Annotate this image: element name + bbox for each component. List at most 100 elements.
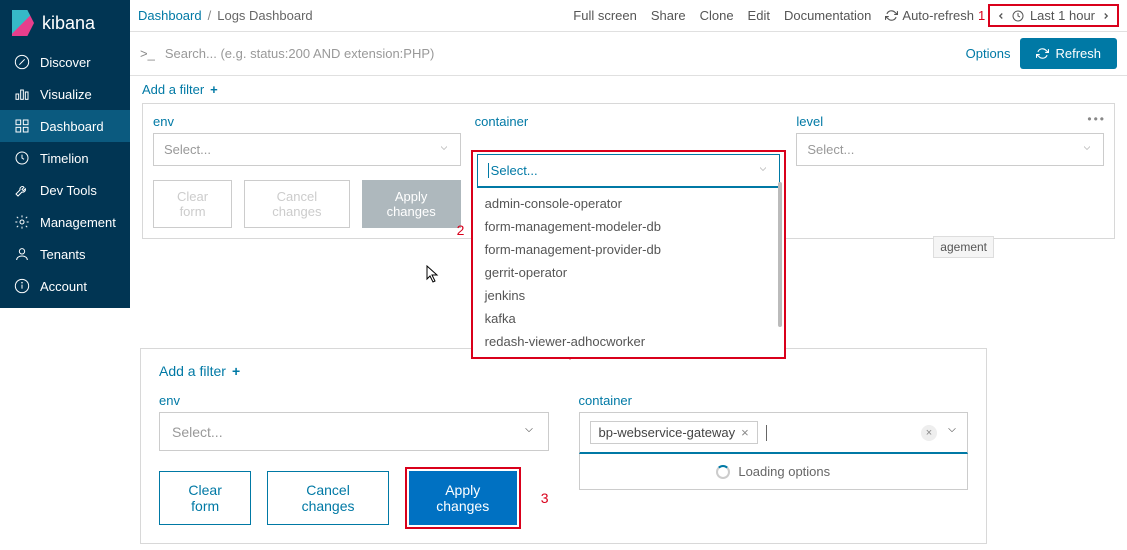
bar-chart-icon (14, 86, 30, 102)
refresh-icon (885, 9, 898, 22)
dropdown-item[interactable]: admin-console-operator (473, 192, 785, 215)
nav-label: Dev Tools (40, 183, 97, 198)
logo-text: kibana (42, 13, 95, 34)
container-select[interactable]: Select... (477, 154, 781, 188)
clear-form-button[interactable]: Clear form (153, 180, 232, 228)
env-control: env Select... Clear form Cancel changes … (153, 114, 461, 228)
clock-icon (1012, 10, 1024, 22)
env-control-2: env Select... Clear form Cancel changes … (159, 393, 549, 529)
annotation-2: 2 (457, 222, 465, 238)
nav-label: Tenants (40, 247, 86, 262)
logo[interactable]: kibana (0, 0, 130, 46)
clear-form-button-2[interactable]: Clear form (159, 471, 251, 525)
chevron-left-icon[interactable] (996, 11, 1006, 21)
selected-chip: bp-webservice-gateway × (590, 421, 758, 444)
container-label-2: container (579, 393, 969, 408)
env-select[interactable]: Select... (153, 133, 461, 166)
cancel-changes-button[interactable]: Cancel changes (244, 180, 349, 228)
time-label: Last 1 hour (1030, 8, 1095, 23)
dropdown-item[interactable]: form-management-modeler-db (473, 215, 785, 238)
loading-options: Loading options (579, 454, 969, 490)
container-control: container 2 Select... admin-console-oper… (475, 114, 783, 133)
plus-icon: + (232, 363, 240, 379)
breadcrumb: Dashboard / Logs Dashboard (138, 8, 569, 23)
dropdown-item[interactable]: kafka (473, 307, 785, 330)
cursor-icon (426, 265, 440, 288)
user-icon (14, 246, 30, 262)
nav-discover[interactable]: Discover (0, 46, 130, 78)
time-picker[interactable]: 1 Last 1 hour (988, 4, 1119, 27)
chevron-down-icon (757, 163, 769, 178)
chevron-down-icon (1081, 142, 1093, 157)
apply-changes-button-2[interactable]: Apply changes (409, 471, 517, 525)
fullscreen-link[interactable]: Full screen (573, 8, 637, 23)
clear-icon[interactable]: × (921, 425, 937, 441)
search-input[interactable]: Search... (e.g. status:200 AND extension… (165, 46, 956, 61)
nav-visualize[interactable]: Visualize (0, 78, 130, 110)
scrollbar[interactable] (778, 182, 782, 327)
nav-management[interactable]: Management (0, 206, 130, 238)
timelion-icon (14, 150, 30, 166)
edit-link[interactable]: Edit (748, 8, 770, 23)
nav-label: Management (40, 215, 116, 230)
container-dropdown: 2 Select... admin-console-operator form-… (471, 150, 787, 359)
dropdown-item[interactable]: form-management-provider-db (473, 238, 785, 261)
dropdown-list: admin-console-operator form-management-m… (473, 188, 785, 357)
level-label: level (796, 114, 1104, 129)
nav-timelion[interactable]: Timelion (0, 142, 130, 174)
gear-icon (14, 214, 30, 230)
apply-changes-button[interactable]: Apply changes (362, 180, 461, 228)
nav-devtools[interactable]: Dev Tools (0, 174, 130, 206)
controls-panel: ••• env Select... Clear form Cancel chan… (142, 103, 1115, 239)
add-filter-link[interactable]: Add a filter + (130, 76, 1127, 103)
chevron-down-icon (945, 423, 959, 442)
apply-highlight: Apply changes (405, 467, 521, 529)
refresh-button[interactable]: Refresh (1020, 38, 1117, 69)
dashboard-icon (14, 118, 30, 134)
refresh-icon (1036, 47, 1049, 60)
search-bar: >_ Search... (e.g. status:200 AND extens… (130, 32, 1127, 76)
management-tag: agement (933, 236, 994, 258)
wrench-icon (14, 182, 30, 198)
chevron-down-icon (438, 142, 450, 157)
crumb-current: Logs Dashboard (217, 8, 312, 23)
dropdown-item[interactable]: gerrit-operator (473, 261, 785, 284)
plus-icon: + (210, 82, 218, 97)
nav-label: Discover (40, 55, 91, 70)
options-link[interactable]: Options (966, 46, 1011, 61)
env-select-2[interactable]: Select... (159, 412, 549, 451)
level-select[interactable]: Select... (796, 133, 1104, 166)
container-control-2: container bp-webservice-gateway × × Load… (579, 393, 969, 490)
add-filter-link-2[interactable]: Add a filter + (159, 363, 968, 379)
cursor-caret (766, 425, 767, 441)
info-icon (14, 278, 30, 294)
crumb-sep: / (208, 8, 212, 23)
nav-dashboard[interactable]: Dashboard (0, 110, 130, 142)
chevron-right-icon[interactable] (1101, 11, 1111, 21)
level-control: level Select... (796, 114, 1104, 166)
documentation-link[interactable]: Documentation (784, 8, 871, 23)
cancel-changes-button-2[interactable]: Cancel changes (267, 471, 388, 525)
compass-icon (14, 54, 30, 70)
dropdown-item[interactable]: jenkins (473, 284, 785, 307)
main-content: Dashboard / Logs Dashboard Full screen S… (130, 0, 1127, 308)
nav-account[interactable]: Account (0, 270, 130, 302)
chip-remove-icon[interactable]: × (741, 425, 749, 440)
container-label: container (475, 114, 783, 129)
annotation-1: 1 (978, 8, 985, 23)
share-link[interactable]: Share (651, 8, 686, 23)
crumb-dashboard[interactable]: Dashboard (138, 8, 202, 23)
auto-refresh[interactable]: Auto-refresh (885, 8, 974, 23)
nav-tenants[interactable]: Tenants (0, 238, 130, 270)
env-label: env (153, 114, 461, 129)
chevron-down-icon (522, 423, 536, 440)
dropdown-item[interactable]: redash-viewer-adhocworker (473, 330, 785, 353)
search-prefix: >_ (140, 46, 155, 61)
nav-label: Timelion (40, 151, 89, 166)
nav-label: Visualize (40, 87, 92, 102)
topbar: Dashboard / Logs Dashboard Full screen S… (130, 0, 1127, 32)
kibana-logo-icon (12, 10, 34, 36)
clone-link[interactable]: Clone (700, 8, 734, 23)
sidebar: kibana Discover Visualize Dashboard Time… (0, 0, 130, 308)
container-select-2[interactable]: bp-webservice-gateway × × (579, 412, 969, 454)
